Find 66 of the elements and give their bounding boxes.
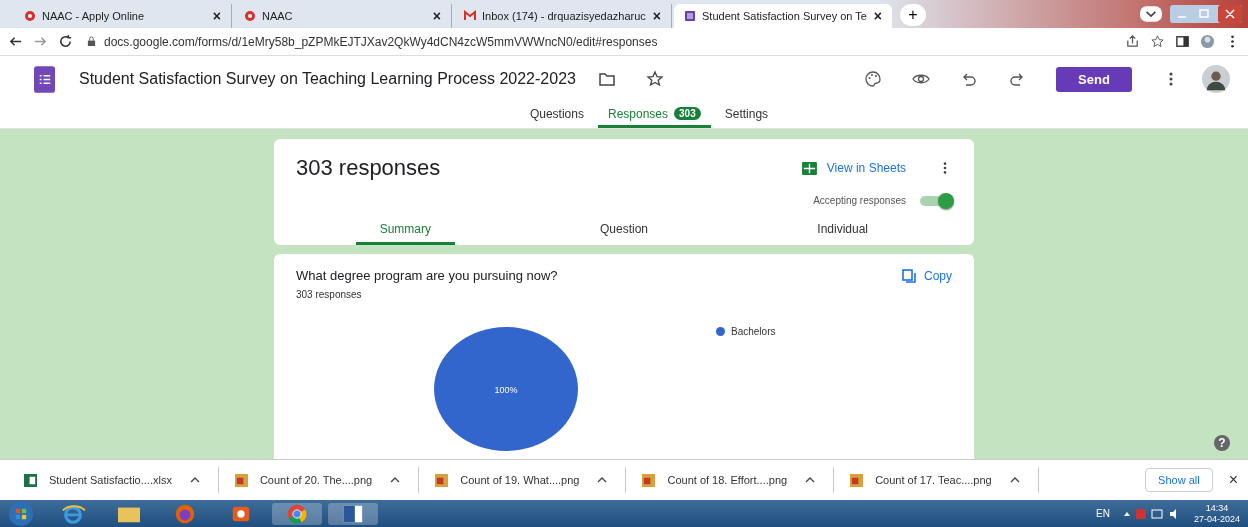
lock-icon — [87, 36, 96, 47]
image-file-icon — [642, 473, 656, 487]
close-icon[interactable]: × — [212, 8, 221, 24]
view-in-sheets-link[interactable]: View in Sheets — [826, 161, 906, 175]
help-button[interactable]: ? — [1214, 435, 1230, 451]
caret-icon — [390, 477, 401, 483]
copy-icon — [902, 268, 916, 283]
form-tab[interactable]: Questions — [519, 102, 594, 128]
download-item[interactable]: Count of 17. Teac....png — [850, 467, 1039, 493]
spreadsheet-icon[interactable] — [801, 161, 817, 175]
new-tab-button[interactable]: + — [900, 4, 926, 26]
spreadsheet-file-icon — [24, 473, 37, 487]
view-tab[interactable]: Individual — [793, 216, 892, 245]
send-button[interactable]: Send — [1056, 66, 1132, 92]
share-icon[interactable] — [1125, 34, 1140, 49]
accepting-responses-label: Accepting responses — [813, 195, 906, 206]
form-icon[interactable] — [34, 65, 55, 93]
caret-icon — [805, 477, 816, 483]
form-icon — [684, 10, 696, 22]
star-icon[interactable] — [645, 70, 664, 88]
download-item[interactable]: Count of 18. Effort....png — [642, 467, 835, 493]
response-count: 303 responses — [296, 289, 363, 300]
image-file-icon — [850, 473, 864, 487]
avatar-icon[interactable] — [1202, 65, 1230, 93]
more-icon[interactable] — [942, 161, 948, 175]
question-text: What degree program are you pursuing now? — [296, 268, 558, 283]
download-item[interactable]: Count of 20. The....png — [234, 467, 420, 493]
caret-icon — [189, 477, 200, 483]
view-tab[interactable]: Summary — [356, 216, 455, 245]
browser-tab[interactable]: NAAC - Apply Online × — [14, 4, 232, 28]
close-icon[interactable]: × — [652, 8, 661, 24]
caret-icon — [1009, 477, 1020, 483]
start-button-icon[interactable] — [8, 500, 34, 527]
close-icon[interactable]: × — [1228, 471, 1238, 489]
dropdown-icon[interactable] — [1140, 6, 1162, 22]
window-controls-icon[interactable] — [1170, 5, 1242, 23]
palette-icon[interactable] — [864, 70, 882, 88]
reload-icon[interactable] — [58, 34, 73, 49]
folder-icon[interactable] — [597, 70, 616, 88]
form-title[interactable]: Student Satisfaction Survey on Teaching Learning Process 2022-2023 — [79, 70, 576, 88]
browser-tab[interactable]: NAAC × — [234, 4, 452, 28]
close-icon[interactable]: × — [432, 8, 441, 24]
address-bar[interactable]: docs.google.com/forms/d/1eMry58b_pZPMkEJTJXav2QkWy4dCN4zcW5mmVWWncN0/edit#responses — [83, 34, 1115, 49]
clock[interactable]: 14:34 27-04-2024 — [1193, 502, 1240, 525]
legend-label: Bachelors — [731, 326, 776, 337]
caret-icon — [597, 477, 608, 483]
view-tab[interactable]: Question — [574, 216, 674, 245]
slice-label: 100% — [494, 385, 518, 395]
download-item[interactable]: Student Satisfactio....xlsx — [24, 467, 219, 493]
image-file-icon — [435, 473, 449, 487]
chrome-browser-icon[interactable] — [272, 502, 322, 525]
browser-tab[interactable]: Inbox (174) - drquazisyedazharuc × — [454, 4, 672, 28]
toggle-switch[interactable] — [920, 195, 952, 206]
star-icon[interactable] — [1150, 34, 1165, 49]
show-all-button[interactable]: Show all — [1145, 468, 1213, 492]
download-item[interactable]: Count of 19. What....png — [435, 467, 627, 493]
close-icon[interactable]: × — [873, 8, 882, 24]
form-tab[interactable]: Settings — [714, 102, 779, 128]
language-indicator[interactable]: EN — [1096, 508, 1110, 519]
image-file-icon — [234, 473, 248, 487]
copy-button[interactable]: Copy — [902, 268, 952, 283]
side-panel-icon[interactable] — [1175, 34, 1190, 49]
count-badge: 303 — [674, 107, 701, 120]
browser-tab[interactable]: Student Satisfaction Survey on Te × — [674, 4, 892, 28]
responses-heading: 303 responses — [296, 155, 441, 181]
mail-icon — [464, 10, 476, 22]
